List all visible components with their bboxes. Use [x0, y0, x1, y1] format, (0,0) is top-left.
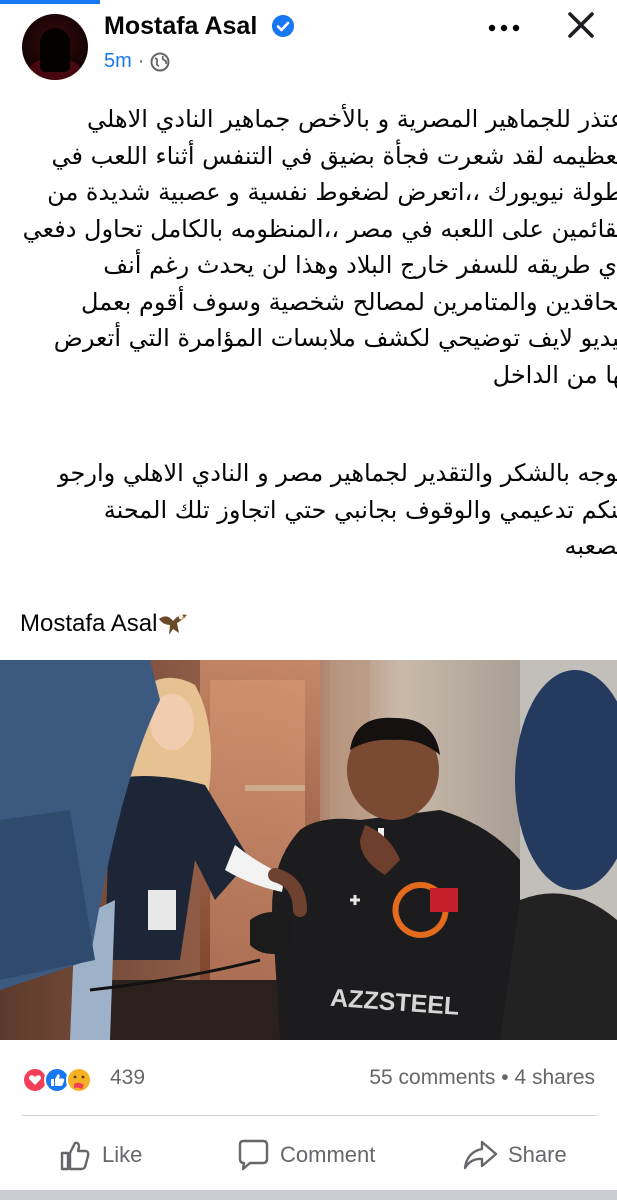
like-button[interactable]: Like [58, 1130, 142, 1180]
globe-icon [150, 52, 170, 71]
post-meta: 5m · [104, 50, 170, 73]
bottom-separator-bar [0, 1190, 617, 1200]
verified-badge-icon [272, 15, 294, 37]
post-header: Mostafa Asal 5m · [0, 0, 617, 90]
post-text-paragraph-2: أتوجه بالشكر والتقدير لجماهير مصر و النا… [58, 459, 617, 560]
like-label: Like [102, 1142, 143, 1167]
more-options-icon[interactable] [486, 20, 522, 36]
post-signature: Mostafa Asal [20, 610, 189, 638]
stats-dot: • [501, 1066, 509, 1089]
eagle-emoji-icon [159, 614, 188, 635]
meta-separator: · [137, 50, 145, 72]
photo-scene: AZZSTEEL [0, 660, 617, 1040]
reaction-count[interactable]: 439 [110, 1066, 145, 1090]
share-label: Share [508, 1142, 567, 1167]
like-icon [60, 1141, 90, 1171]
comment-icon [238, 1139, 269, 1171]
close-icon[interactable] [566, 10, 596, 40]
post-text-paragraph-1: اعتذر للجماهير المصرية و بالأخص جماهير ا… [22, 105, 617, 389]
share-icon [463, 1140, 498, 1170]
share-button[interactable]: Share [462, 1130, 567, 1180]
signature-text: Mostafa Asal [20, 610, 158, 637]
comment-label: Comment [280, 1142, 376, 1167]
shares-count[interactable]: 4 shares [514, 1066, 595, 1089]
comment-button[interactable]: Comment [236, 1130, 375, 1180]
reaction-stats-bar: 439 55 comments • 4 shares [0, 1058, 617, 1098]
comments-count[interactable]: 55 comments [369, 1066, 495, 1089]
avatar[interactable] [22, 14, 88, 80]
like-reaction-icon [44, 1067, 70, 1093]
author-name[interactable]: Mostafa Asal [104, 12, 257, 41]
care-reaction-icon [66, 1067, 92, 1093]
actions-divider [22, 1115, 597, 1116]
post-photo[interactable]: AZZSTEEL [0, 660, 617, 1040]
avatar-figure [40, 28, 70, 72]
post-time[interactable]: 5m [104, 50, 132, 73]
comments-shares: 55 comments • 4 shares [369, 1066, 595, 1090]
love-reaction-icon [22, 1067, 48, 1093]
reactions-icons[interactable] [22, 1067, 102, 1093]
post-actions: Like Comment Share [0, 1130, 617, 1180]
